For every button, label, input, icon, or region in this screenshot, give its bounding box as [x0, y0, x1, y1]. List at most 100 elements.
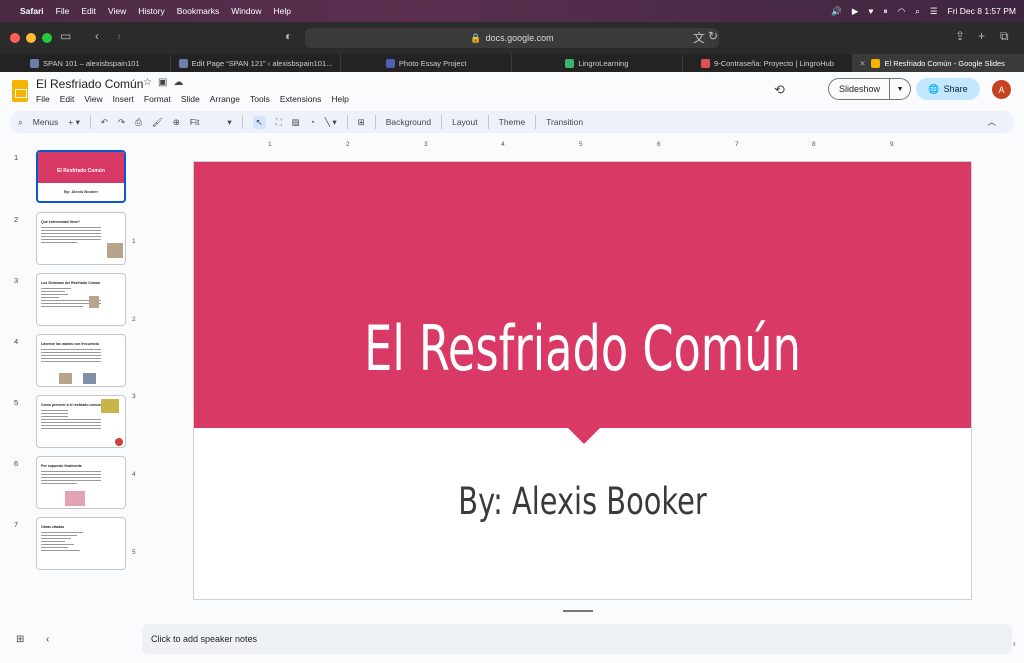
- search-menus-icon[interactable]: ⌕: [18, 117, 23, 128]
- pause-icon[interactable]: ⏸: [883, 6, 887, 17]
- menu-format[interactable]: Format: [144, 94, 171, 104]
- menu-tools[interactable]: Tools: [250, 94, 270, 104]
- image-icon[interactable]: ▨: [292, 117, 300, 128]
- speaker-notes[interactable]: Click to add speaker notes: [142, 624, 1012, 654]
- paint-format-icon[interactable]: 🖌: [152, 117, 163, 128]
- search-icon[interactable]: ⌕: [915, 6, 920, 17]
- slideshow-dropdown-icon[interactable]: ▼: [890, 86, 910, 93]
- site-favicon-icon: [30, 58, 40, 68]
- new-tab-icon[interactable]: +: [978, 29, 985, 43]
- slide-thumbnail[interactable]: El Resfriado Común By: Alexis Booker: [36, 150, 126, 203]
- collapse-toolbar-icon[interactable]: ︿: [987, 116, 996, 128]
- version-history-icon[interactable]: ⟲: [774, 82, 785, 98]
- minimize-window-button[interactable]: [26, 33, 36, 43]
- frame-tool-icon[interactable]: ⛶: [276, 117, 282, 128]
- menu-insert[interactable]: Insert: [113, 94, 134, 104]
- slides-logo-icon[interactable]: [12, 80, 28, 102]
- collapse-filmstrip-icon[interactable]: ‹: [46, 634, 49, 645]
- slideshow-label[interactable]: Slideshow: [829, 79, 891, 99]
- slideshow-button[interactable]: Slideshow ▼: [828, 78, 911, 100]
- slide-subtitle-textbox[interactable]: By: Alexis Booker: [279, 480, 885, 523]
- browser-tab[interactable]: LingroLearning: [512, 54, 683, 72]
- menubar-edit[interactable]: Edit: [81, 6, 96, 16]
- menu-extensions[interactable]: Extensions: [280, 94, 322, 104]
- horizontal-ruler: 1 2 3 4 5 6 7 8 9: [193, 141, 972, 151]
- zoom-select[interactable]: Fit: [190, 117, 199, 127]
- select-tool-icon[interactable]: ↖: [252, 115, 266, 129]
- heart-icon[interactable]: ♥: [868, 6, 873, 16]
- thumbnail-image: [59, 373, 72, 384]
- menubar-history[interactable]: History: [138, 6, 164, 16]
- close-window-button[interactable]: [10, 33, 20, 43]
- menubar-help[interactable]: Help: [273, 6, 290, 16]
- slide-thumbnail[interactable]: Cómo prevenir a el resfriado común: [36, 395, 126, 448]
- slide-canvas[interactable]: El Resfriado Común By: Alexis Booker: [193, 161, 972, 600]
- forward-icon[interactable]: ›: [117, 29, 121, 43]
- slide-thumbnail[interactable]: Por supuesto finalmente: [36, 456, 126, 509]
- shape-icon[interactable]: ◔: [310, 117, 315, 127]
- slide-title-textbox[interactable]: El Resfriado Común: [303, 312, 862, 385]
- thumbnail-title: Por supuesto finalmente: [41, 464, 82, 468]
- menubar-app-name[interactable]: Safari: [20, 6, 44, 16]
- menubar-view[interactable]: View: [108, 6, 126, 16]
- control-center-icon[interactable]: ☰: [930, 6, 938, 17]
- layout-button[interactable]: Layout: [452, 117, 478, 127]
- undo-icon[interactable]: ↶: [101, 117, 108, 128]
- cloud-saved-icon[interactable]: ☁: [173, 77, 189, 88]
- side-panel-toggle-icon[interactable]: ‹: [1013, 639, 1016, 648]
- slide-thumbnail[interactable]: Qué enfermedad tiene?: [36, 212, 126, 265]
- close-tab-icon[interactable]: ✕: [859, 59, 865, 68]
- move-folder-icon[interactable]: ▣: [158, 77, 173, 88]
- grid-view-icon[interactable]: ⊞: [16, 634, 24, 645]
- line-icon[interactable]: ╲ ▾: [325, 117, 337, 128]
- menu-help[interactable]: Help: [331, 94, 348, 104]
- new-slide-icon[interactable]: + ▾: [68, 117, 80, 128]
- transition-button[interactable]: Transition: [546, 117, 583, 127]
- volume-icon[interactable]: 🔊: [831, 6, 842, 17]
- star-icon[interactable]: ☆: [143, 77, 158, 88]
- search-menus[interactable]: Menus: [33, 117, 59, 127]
- share-page-icon[interactable]: ⇪: [955, 29, 965, 43]
- comment-icon[interactable]: ⊞: [358, 117, 365, 128]
- document-title[interactable]: El Resfriado Común: [36, 77, 143, 91]
- back-icon[interactable]: ‹: [95, 29, 99, 43]
- play-icon[interactable]: ▶: [852, 6, 859, 17]
- slide-thumbnail[interactable]: Lávense las manos con frecuencia: [36, 334, 126, 387]
- zoom-icon[interactable]: ⊕: [173, 117, 180, 128]
- menu-edit[interactable]: Edit: [60, 94, 75, 104]
- slide-thumbnail[interactable]: Obras citadas: [36, 517, 126, 570]
- browser-tab[interactable]: SPAN 101 – alexisbspain101: [0, 54, 171, 72]
- notes-resize-handle[interactable]: [563, 610, 593, 612]
- browser-tab[interactable]: Photo Essay Project: [341, 54, 513, 72]
- print-icon[interactable]: ⎙: [135, 117, 142, 128]
- slide-thumbnail[interactable]: Los Síntomas del Resfriado Común: [36, 273, 126, 326]
- browser-tab-active[interactable]: ✕ El Resfriado Común - Google Slides: [853, 54, 1024, 72]
- address-bar[interactable]: 🔒 docs.google.com: [305, 28, 719, 48]
- wifi-icon[interactable]: ◠: [898, 6, 905, 17]
- menubar-window[interactable]: Window: [231, 6, 261, 16]
- menubar-clock[interactable]: Fri Dec 8 1:57 PM: [948, 6, 1017, 16]
- menubar-file[interactable]: File: [56, 6, 70, 16]
- browser-tab-bar: SPAN 101 – alexisbspain101 Edit Page “SP…: [0, 54, 1024, 72]
- theme-button[interactable]: Theme: [499, 117, 525, 127]
- thumbnail-text-lines: [41, 349, 101, 364]
- zoom-window-button[interactable]: [42, 33, 52, 43]
- privacy-shield-icon[interactable]: ◐: [285, 29, 292, 43]
- menubar-bookmarks[interactable]: Bookmarks: [177, 6, 220, 16]
- sidebar-toggle-icon[interactable]: ▭: [60, 29, 71, 43]
- menu-arrange[interactable]: Arrange: [210, 94, 240, 104]
- browser-tab[interactable]: Edit Page “SPAN 121” ‹ alexisbspain101..…: [171, 54, 342, 72]
- share-button[interactable]: 🌐 Share: [916, 78, 980, 100]
- redo-icon[interactable]: ↷: [118, 117, 125, 128]
- menu-view[interactable]: View: [84, 94, 102, 104]
- tab-overview-icon[interactable]: ⧉: [1000, 29, 1009, 44]
- site-favicon-icon: [178, 58, 188, 68]
- zoom-dropdown-icon[interactable]: ▾: [227, 117, 231, 128]
- translate-icon[interactable]: 文: [693, 29, 705, 46]
- browser-tab[interactable]: 9-Contraseña: Proyecto | LingroHub: [683, 54, 854, 72]
- menu-slide[interactable]: Slide: [181, 94, 200, 104]
- menu-file[interactable]: File: [36, 94, 50, 104]
- background-button[interactable]: Background: [386, 117, 431, 127]
- reload-icon[interactable]: ↻: [708, 29, 718, 43]
- account-avatar[interactable]: A: [992, 80, 1011, 99]
